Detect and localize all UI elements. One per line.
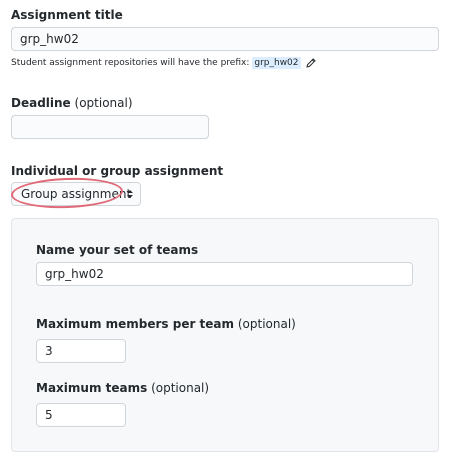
prefix-note: Student assignment repositories will hav…: [11, 57, 317, 69]
assignment-title-input[interactable]: [11, 27, 439, 51]
max-members-optional-text: (optional): [234, 317, 296, 331]
deadline-label: Deadline (optional): [11, 96, 133, 110]
deadline-input[interactable]: [11, 115, 209, 139]
pencil-icon[interactable]: [305, 57, 317, 69]
deadline-optional-text: (optional): [70, 96, 133, 110]
max-teams-input[interactable]: [36, 403, 126, 427]
max-members-label-text: Maximum members per team: [36, 317, 235, 331]
team-set-label: Name your set of teams: [36, 243, 198, 257]
prefix-note-text: Student assignment repositories will hav…: [11, 58, 250, 68]
max-members-label: Maximum members per team (optional): [36, 317, 296, 331]
prefix-value: grp_hw02: [252, 57, 301, 69]
max-teams-optional-text: (optional): [147, 381, 210, 395]
assignment-type-label-text: Individual or group assignment: [11, 164, 224, 178]
assignment-title-label-text: Assignment title: [11, 8, 123, 22]
select-caret-icon: [126, 188, 134, 200]
max-teams-label-text: Maximum teams: [36, 381, 148, 395]
max-members-input[interactable]: [36, 339, 126, 363]
deadline-label-text: Deadline: [11, 96, 71, 110]
team-set-name-input[interactable]: [36, 262, 413, 286]
team-set-label-text: Name your set of teams: [36, 243, 199, 257]
max-teams-label: Maximum teams (optional): [36, 381, 209, 395]
assignment-type-label: Individual or group assignment: [11, 164, 223, 178]
assignment-title-label: Assignment title: [11, 8, 123, 22]
